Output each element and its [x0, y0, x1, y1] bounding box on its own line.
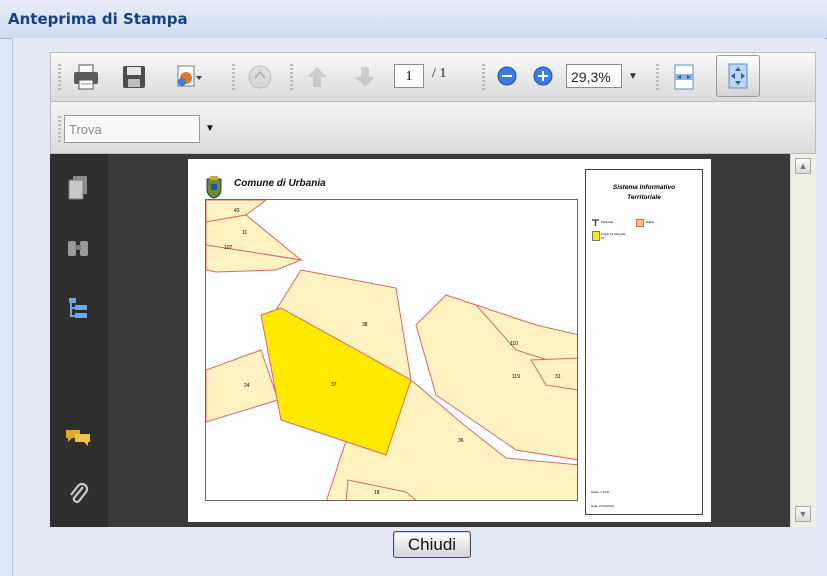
attachments-panel-button[interactable] [60, 476, 96, 512]
fit-page-icon [728, 63, 748, 89]
toolbar-separator [482, 64, 485, 90]
zoom-out-button[interactable] [494, 63, 520, 89]
parcel-label: 43 [234, 208, 240, 214]
parcel-label: 31 [555, 374, 561, 380]
prev-page-icon [307, 67, 327, 87]
edifici-legend-swatch [636, 219, 644, 227]
zoom-in-button[interactable] [530, 63, 556, 89]
vertical-scrollbar[interactable]: ▲ ▼ [790, 154, 816, 527]
find-panel-button[interactable] [60, 230, 96, 266]
legend-title-line2: Territoriale [627, 194, 661, 201]
toolbar-grip [58, 64, 61, 90]
hand-icon [248, 65, 272, 89]
window-titlebar: Anteprima di Stampa [0, 0, 827, 39]
chevron-down-icon: ▼ [798, 509, 808, 519]
print-icon [74, 64, 98, 90]
toolbar-separator [290, 64, 293, 90]
find-input[interactable]: Trova [64, 115, 200, 143]
window-title: Anteprima di Stampa [8, 10, 188, 28]
map-drawing [206, 200, 577, 500]
parcel-label: 38 [362, 322, 368, 328]
bookmarks-icon [69, 298, 87, 318]
comments-icon [66, 430, 90, 446]
next-page-button[interactable] [350, 59, 380, 95]
save-button[interactable] [118, 59, 150, 95]
particelle-legend-icon [592, 219, 599, 226]
legend-item-label: Particelle [601, 220, 614, 224]
fit-width-icon [674, 64, 694, 90]
document-title: Comune di Urbania [234, 178, 326, 189]
legend-title-line1: Sistema Informativo [612, 184, 676, 191]
parcel-label: 18 [374, 490, 380, 496]
parcel-label: 110 [510, 341, 518, 347]
toolbar-separator [232, 64, 235, 90]
navigation-sidebar [50, 154, 108, 527]
pages-panel-button[interactable] [60, 170, 96, 206]
cadastral-map: 43 11 107 38 37 24 110 119 31 36 18 [205, 199, 578, 501]
export-icon [177, 65, 202, 87]
scroll-up-button[interactable]: ▲ [795, 158, 811, 174]
comments-panel-button[interactable] [60, 420, 96, 456]
prev-page-button[interactable] [302, 59, 332, 95]
scale-text: Scala: 1:1247 [591, 490, 610, 494]
parcel-label: 107 [224, 245, 233, 251]
selected-parcel-legend-swatch [592, 231, 600, 241]
pages-icon [68, 176, 87, 200]
page-number-input[interactable]: 1 [394, 64, 424, 88]
hand-tool-button[interactable] [242, 59, 278, 95]
parcel-label: 11 [242, 230, 248, 236]
date-text: Data: 27/11/2014 [591, 504, 614, 508]
parcel-label: 36 [458, 438, 464, 444]
toolbar-separator [656, 64, 659, 90]
bookmarks-panel-button[interactable] [60, 290, 96, 326]
chevron-down-icon: ▼ [628, 70, 638, 82]
export-button[interactable] [164, 59, 212, 95]
chevron-down-icon: ▼ [205, 122, 215, 134]
fit-width-button[interactable] [668, 59, 700, 95]
parcel-label: 24 [244, 383, 250, 389]
parcel-label: 37 [331, 382, 337, 388]
legend-item-label: Foglio 14 Mappale 37 [601, 232, 626, 240]
close-button[interactable]: Chiudi [393, 531, 471, 558]
toolbar-grip [58, 116, 61, 142]
zoom-level-select[interactable]: 29,3% [566, 64, 622, 88]
find-binoculars-icon [68, 241, 88, 256]
page-total: / 1 [432, 66, 447, 81]
fit-page-button[interactable] [716, 55, 760, 97]
print-button[interactable] [70, 59, 102, 95]
zoom-out-icon [497, 66, 517, 86]
attachments-icon [70, 482, 89, 503]
parcel-24 [206, 349, 279, 423]
legend-panel: Sistema Informativo Territoriale Partice… [585, 169, 703, 515]
chevron-up-icon: ▲ [798, 161, 808, 171]
legend-item-label: Edifici [646, 220, 655, 224]
next-page-icon [355, 67, 375, 87]
scroll-down-button[interactable]: ▼ [795, 506, 811, 522]
parcel-label: 119 [512, 374, 520, 380]
municipal-crest-icon [206, 176, 222, 199]
zoom-dropdown-button[interactable]: ▼ [624, 63, 642, 89]
zoom-in-icon [533, 66, 553, 86]
find-dropdown-button[interactable]: ▼ [204, 118, 216, 138]
save-icon [123, 66, 145, 88]
